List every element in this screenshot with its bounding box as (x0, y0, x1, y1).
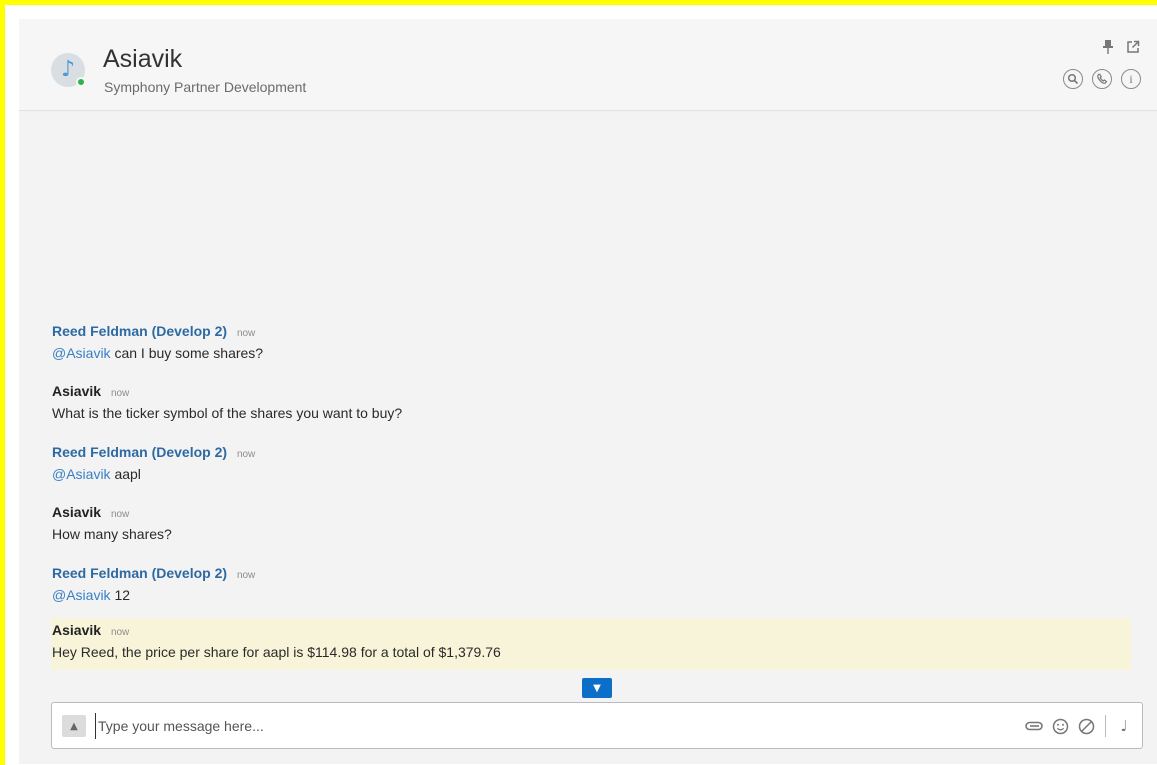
chat-subtitle: Symphony Partner Development (104, 79, 307, 95)
message-author[interactable]: Reed Feldman (Develop 2) (52, 444, 227, 460)
search-icon[interactable] (1063, 69, 1083, 89)
popout-icon[interactable] (1125, 39, 1141, 55)
message-body: What is the ticker symbol of the shares … (52, 405, 403, 421)
chat-title[interactable]: Asiavik (103, 45, 182, 74)
mention-link[interactable]: @Asiavik (52, 587, 111, 603)
message: Asiavik now What is the ticker symbol of… (19, 379, 1131, 435)
message-meta: Reed Feldman (Develop 2) now (52, 565, 255, 581)
message-body: can I buy some shares? (110, 345, 264, 361)
message-author[interactable]: Reed Feldman (Develop 2) (52, 565, 227, 581)
message-text: @Asiavik can I buy some shares? (52, 345, 263, 361)
phone-icon[interactable] (1092, 69, 1112, 89)
emoji-icon[interactable] (1050, 716, 1070, 736)
toolbar-divider (1105, 715, 1106, 737)
message-text: What is the ticker symbol of the shares … (52, 405, 402, 421)
message-time: now (236, 328, 256, 339)
message-time: now (110, 509, 130, 520)
message-meta: Asiavik now (52, 504, 129, 520)
scroll-to-bottom-button[interactable]: ▼ (582, 678, 612, 698)
attach-icon[interactable] (1024, 716, 1044, 736)
message-meta: Asiavik now (52, 622, 129, 638)
message-body: 12 (110, 587, 131, 603)
message-author[interactable]: Asiavik (52, 504, 101, 520)
message-text: Hey Reed, the price per share for aapl i… (52, 644, 501, 660)
message-body: How many shares? (52, 526, 172, 542)
chevron-up-icon: ▲ (70, 720, 78, 732)
music-note-icon: ♪ (60, 57, 76, 82)
message-author[interactable]: Asiavik (52, 622, 101, 638)
message-body: Hey Reed, the price per share for aapl i… (52, 644, 501, 660)
message-text: @Asiavik 12 (52, 587, 130, 603)
chat-panel: ♪ Asiavik Symphony Partner Development i (19, 19, 1157, 764)
message-author[interactable]: Asiavik (52, 383, 101, 399)
message: Reed Feldman (Develop 2) now @Asiavik 12 (19, 561, 1131, 617)
chevron-down-icon: ▼ (593, 682, 601, 694)
message-time: now (110, 388, 130, 399)
window-frame: ♪ Asiavik Symphony Partner Development i (0, 0, 1157, 765)
message-time: now (236, 449, 256, 460)
info-icon[interactable]: i (1121, 69, 1141, 89)
message-author[interactable]: Reed Feldman (Develop 2) (52, 323, 227, 339)
message-time: now (236, 570, 256, 581)
mention-link[interactable]: @Asiavik (52, 345, 111, 361)
message-time: now (110, 627, 130, 638)
message: Reed Feldman (Develop 2) now @Asiavik ca… (19, 319, 1131, 375)
message-meta: Reed Feldman (Develop 2) now (52, 444, 255, 460)
block-icon[interactable] (1076, 716, 1096, 736)
message-highlighted: Asiavik now Hey Reed, the price per shar… (51, 618, 1131, 670)
expand-composer-button[interactable]: ▲ (62, 715, 86, 737)
message-meta: Asiavik now (52, 383, 129, 399)
music-icon[interactable]: ♩ (1115, 716, 1133, 736)
message: Asiavik now How many shares? (19, 500, 1131, 556)
pin-icon[interactable] (1101, 39, 1115, 55)
chat-header: ♪ Asiavik Symphony Partner Development i (19, 19, 1157, 111)
message: Reed Feldman (Develop 2) now @Asiavik aa… (19, 440, 1131, 496)
mention-link[interactable]: @Asiavik (52, 466, 111, 482)
message-meta: Reed Feldman (Develop 2) now (52, 323, 255, 339)
message-input[interactable] (95, 713, 975, 739)
message-text: @Asiavik aapl (52, 466, 141, 482)
presence-indicator (76, 77, 86, 87)
message-composer: ▲ ♩ (51, 702, 1143, 749)
message-text: How many shares? (52, 526, 172, 542)
message-body: aapl (110, 466, 141, 482)
